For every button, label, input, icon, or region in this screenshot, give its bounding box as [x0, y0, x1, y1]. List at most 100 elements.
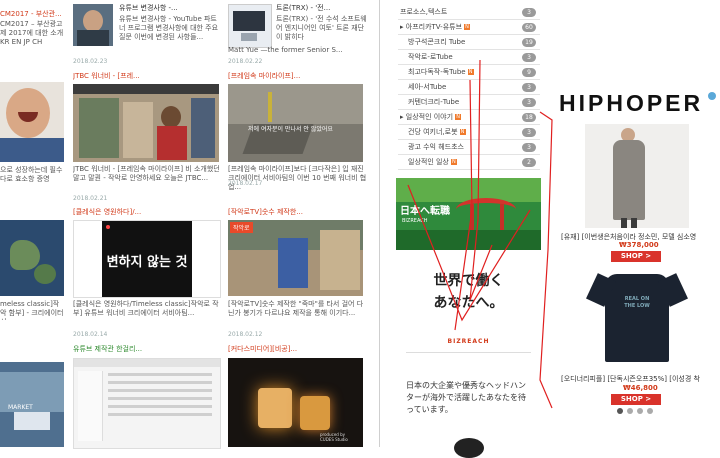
hiphoper-ad[interactable]: HIPHOPER [유재] [이번생은처음이라 정소민, 모델 심소영 ₩378…	[555, 88, 720, 418]
sidebar-item-count: 3	[522, 53, 536, 62]
bizreach-brand-small: BIZREACH	[402, 218, 428, 224]
card6-category-title[interactable]: [프레임속 마이라이프]...	[228, 72, 368, 81]
card2-date: 2018.02.21	[73, 195, 108, 202]
left-ad-image[interactable]	[0, 82, 64, 162]
sidebar-item-label: 광고 수익 헤드초스	[408, 143, 464, 151]
new-icon: N	[467, 69, 474, 75]
bizreach-banner-image: 日本へ転職 BIZREACH	[396, 178, 541, 250]
sidebar-item-0[interactable]: 프로소스,텍스트 3	[398, 6, 540, 20]
left-bottom-text: meless classic]작악 함부] - 크리에이터 서	[0, 300, 64, 320]
sidebar-item-6[interactable]: 커텐더크리-Tube 3	[398, 96, 540, 110]
pager-dot[interactable]	[627, 408, 633, 414]
left-map-image[interactable]	[0, 220, 64, 296]
bizreach-brand-large: BIZREACH	[447, 338, 490, 345]
sidebar-item-label: 작악로-로Tube	[408, 53, 453, 61]
bizreach-divider	[406, 352, 531, 353]
pager-dot[interactable]	[647, 408, 653, 414]
card4-category-title[interactable]: 유튜브 제작관 한걸리...	[73, 345, 218, 354]
card1-thumbnail[interactable]	[73, 4, 113, 46]
card2-category-title[interactable]: JTBC 워너비 - [프레...	[73, 72, 218, 81]
card5-author: Matt Yue —the former Senior S...	[228, 46, 343, 54]
sidebar-item-label: 건당 여키너,로봇	[408, 128, 458, 136]
new-icon: N	[464, 24, 471, 30]
product2-shop-button[interactable]: SHOP >	[611, 394, 661, 405]
left-satellite-image[interactable]: MARKET	[0, 362, 64, 447]
product2-shirt-text: REAL ON THE LOW	[624, 296, 650, 309]
card5-thumbnail[interactable]	[228, 4, 272, 48]
new-icon: N	[459, 129, 466, 135]
sidebar-item-count: 3	[522, 143, 536, 152]
card7-date: 2018.02.12	[228, 331, 263, 338]
left-top-title[interactable]: CM2017 - 부산관...	[0, 10, 66, 19]
sidebar-item-3[interactable]: 작악로-로Tube 3	[398, 51, 540, 65]
card7-video-thumbnail[interactable]: 작악로	[228, 220, 363, 296]
sidebar-item-2[interactable]: 방구석콘크리 Tube 19	[398, 36, 540, 50]
pager-dot[interactable]	[637, 408, 643, 414]
card8-category-title[interactable]: [커다스미디어][비공]...	[228, 345, 368, 354]
sidebar-item-label: 방구석콘크리 Tube	[408, 38, 466, 46]
sidebar-item-5[interactable]: 세아-서Tube 3	[398, 81, 540, 95]
card7-badge: 작악로	[230, 222, 253, 233]
card8-thumbnail[interactable]: produced by CUDES Studio	[228, 358, 363, 447]
sidebar-item-label: 일상적인 일상	[408, 158, 449, 166]
card3-video-thumbnail[interactable]: 변하지 않는 것	[73, 220, 221, 298]
card2-video-thumbnail[interactable]	[73, 84, 219, 162]
left-top-text: CM2017 – 부산광고제 2017에 대한 소개 KR EN JP CH	[0, 20, 64, 46]
bizreach-ad[interactable]: 日本へ転職 BIZREACH 世界で働く あなたへ。 BIZREACH 日本の大…	[396, 178, 541, 458]
product1-shop-button[interactable]: SHOP >	[611, 251, 661, 262]
sidebar-item-count: 3	[522, 8, 536, 17]
sidebar-item-4[interactable]: 최고다독작-독Tube N 9	[398, 66, 540, 80]
sidebar-item-count: 18	[522, 113, 536, 122]
left-column: CM2017 - 부산관... CM2017 – 부산광고제 2017에 대한 …	[0, 0, 68, 447]
card4-thumbnail[interactable]	[73, 358, 221, 449]
card3-category-title[interactable]: [클레식은 영원하다]/...	[73, 208, 218, 217]
sidebar-item-count: 3	[522, 128, 536, 137]
sidebar-item-label: 아프리카TV-유튜브	[405, 23, 463, 31]
sidebar-item-count: 3	[522, 98, 536, 107]
card5-text: 트론(TRX) - '전 수석 소프트웨어 엔지니어인 여토' 트론 재단이 밝…	[276, 15, 367, 41]
bizreach-headline-1: 世界で働く	[433, 273, 504, 289]
sidebar-item-count: 19	[522, 38, 536, 47]
sidebar-item-label: 프로소스,텍스트	[400, 8, 448, 16]
card5-date: 2018.02.22	[228, 58, 263, 65]
product1-price: ₩378,000	[619, 241, 659, 249]
sidebar-item-7[interactable]: ▸ 일상적인 이야기 N 18	[398, 111, 540, 125]
card3-text: [클레식은 영원하다/Timeless classic]작악로 작부] 유튜브 …	[73, 300, 219, 317]
hiphoper-logo: HIPHOPER	[559, 90, 704, 116]
map-market-label: MARKET	[8, 404, 33, 411]
product1-image[interactable]	[585, 124, 689, 228]
pager-dot-active[interactable]	[617, 408, 623, 414]
card6-video-thumbnail[interactable]: 저에 여자분이 만나서 안 않았어요	[228, 84, 363, 162]
sidebar-item-1[interactable]: ▸ 아프리카TV-유튜브 N 60	[398, 21, 540, 35]
annotation-bracket	[539, 111, 553, 409]
product2-price: ₩46,800	[623, 384, 658, 392]
product2-name[interactable]: [오디너리피플] [단독시즌오프35%] [이성경 착	[561, 374, 720, 384]
sidebar-item-label: 일상적인 이야기	[405, 113, 454, 121]
product2-image[interactable]: REAL ON THE LOW	[585, 268, 689, 368]
sidebar-item-count: 2	[522, 158, 536, 167]
carousel-pager	[617, 408, 667, 416]
bizreach-headline-2: あなたへ。	[433, 295, 504, 311]
card1-text: 유튜브 변경사항 - YouTube 파트너 프로그램 변경사항에 대한 주요 …	[119, 15, 219, 41]
sidebar-item-label: 세아-서Tube	[408, 83, 447, 91]
card7-category-title[interactable]: [작악로TV]숫수 제작한...	[228, 208, 368, 217]
sidebar-item-count: 60	[522, 23, 536, 32]
main-sidebar-divider	[379, 0, 380, 447]
sidebar-item-8[interactable]: 건당 여키너,로봇 N 3	[398, 126, 540, 140]
sidebar-item-9[interactable]: 광고 수익 헤드초스 3	[398, 141, 540, 155]
card1-date: 2018.02.23	[73, 58, 108, 65]
card7-text: [작악로TV]숫수 제작한 "죽마"를 타서 걸어 다닌가 봉기가 다르냐요 제…	[228, 300, 364, 317]
card2-text: JTBC 워너비 - [프레임속 마이라이프] 비 소개했던 말고 말퀀 - 작…	[73, 165, 220, 182]
card5-title[interactable]: 트론(TRX) - '전...	[276, 4, 366, 13]
bizreach-banner-text: 日本へ転職	[400, 206, 450, 217]
sidebar-item-count: 3	[522, 83, 536, 92]
left-ad-text: 으로 성장하는데 필수 다로 효소항 증영	[0, 166, 63, 183]
card6-date: 2018.02.17	[228, 180, 263, 187]
sidebar-item-10[interactable]: 일상적인 일상 N 2	[398, 156, 540, 170]
bizreach-body: 日本の大企業や優秀なヘッドハンターが海外で活躍したあなたを待っています。	[406, 381, 526, 414]
new-icon: N	[450, 159, 457, 165]
ad-info-icon[interactable]	[708, 92, 716, 100]
card1-title[interactable]: 유튜브 변경사항 -...	[119, 4, 219, 13]
sidebar-item-label: 최고다독작-독Tube	[408, 68, 466, 76]
card3-video-text: 변하지 않는 것	[106, 255, 188, 270]
